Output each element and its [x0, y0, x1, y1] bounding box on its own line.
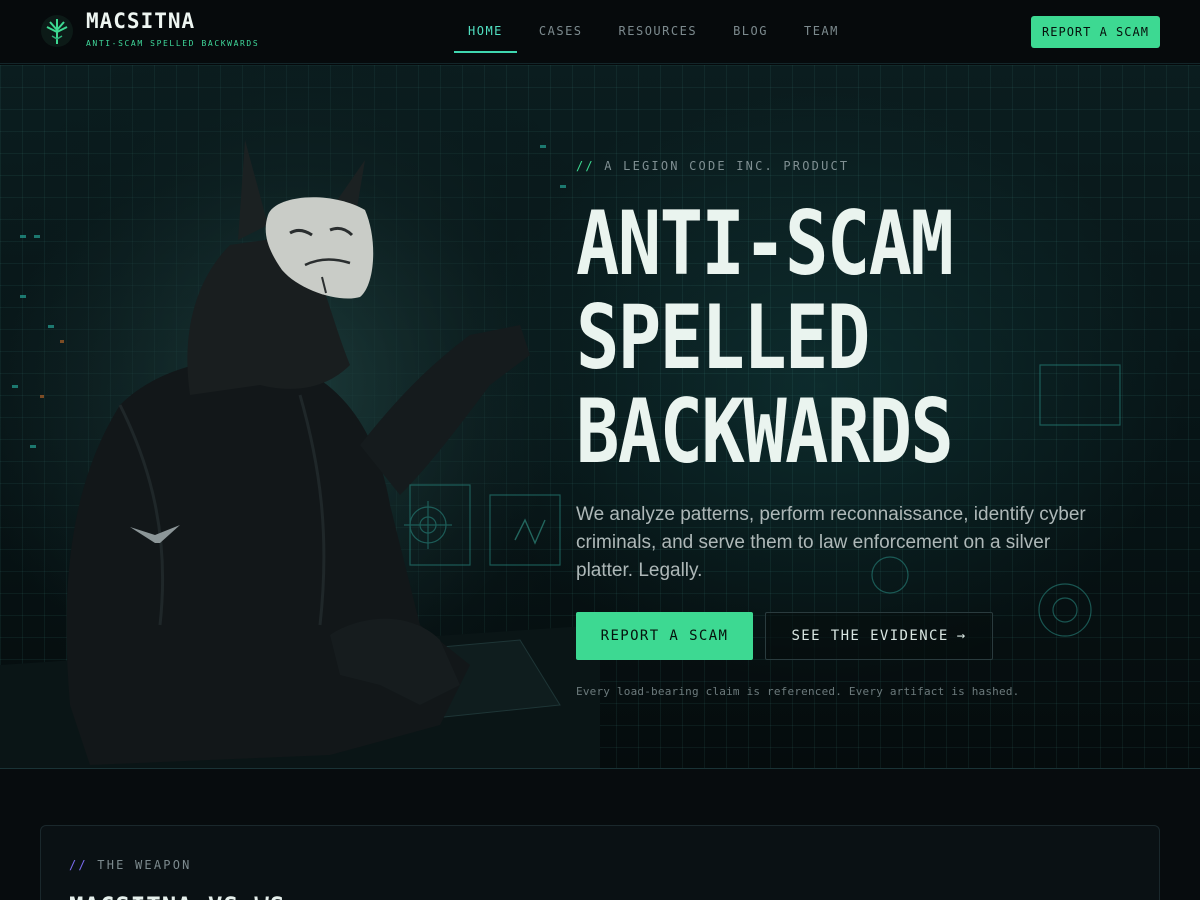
arrow-right-icon: → [956, 628, 967, 644]
headline-line-3: BACKWARDS [576, 380, 954, 483]
top-nav: MACSITNA ANTI-SCAM SPELLED BACKWARDS HOM… [0, 0, 1200, 64]
nav-report-scam-button[interactable]: REPORT A SCAM [1031, 16, 1160, 48]
kicker-text: A LEGION CODE INC. PRODUCT [604, 159, 850, 173]
hero-headline: ANTI-SCAM SPELLED BACKWARDS [576, 197, 1068, 479]
headline-line-2: SPELLED [576, 286, 870, 389]
weapon-card: // THE WEAPON MACSITNA VS WS [40, 825, 1160, 900]
weapon-section: // THE WEAPON MACSITNA VS WS [0, 769, 1200, 900]
hero-kicker: // A LEGION CODE INC. PRODUCT [576, 159, 849, 173]
hero-footnote: Every load-bearing claim is referenced. … [576, 685, 1020, 698]
brand-name: MACSITNA [86, 9, 196, 33]
section-kicker-slashes: // [69, 858, 88, 872]
hero-description: We analyze patterns, perform reconnaissa… [576, 504, 1086, 581]
see-evidence-label: SEE THE EVIDENCE [791, 628, 949, 644]
section-kicker: // THE WEAPON [69, 858, 192, 872]
nav-item-resources[interactable]: RESOURCES [605, 0, 712, 64]
hero-illustration [0, 65, 600, 768]
nav-item-home[interactable]: HOME [454, 0, 517, 64]
brand[interactable]: MACSITNA ANTI-SCAM SPELLED BACKWARDS [40, 10, 259, 48]
nav-item-blog[interactable]: BLOG [719, 0, 782, 64]
brand-tagline: ANTI-SCAM SPELLED BACKWARDS [86, 39, 260, 48]
nav-links: HOME CASES RESOURCES BLOG TEAM [454, 0, 861, 64]
see-evidence-button[interactable]: SEE THE EVIDENCE → [765, 612, 993, 660]
logo-icon [41, 15, 73, 47]
section-title: MACSITNA VS WS [69, 892, 285, 900]
hero: // A LEGION CODE INC. PRODUCT ANTI-SCAM … [0, 65, 1200, 768]
nav-item-cases[interactable]: CASES [525, 0, 597, 64]
hero-report-scam-button[interactable]: REPORT A SCAM [576, 612, 753, 660]
section-kicker-text: THE WEAPON [97, 858, 192, 872]
headline-line-1: ANTI-SCAM [576, 192, 954, 295]
nav-item-team[interactable]: TEAM [790, 0, 853, 64]
kicker-slashes: // [576, 159, 595, 173]
